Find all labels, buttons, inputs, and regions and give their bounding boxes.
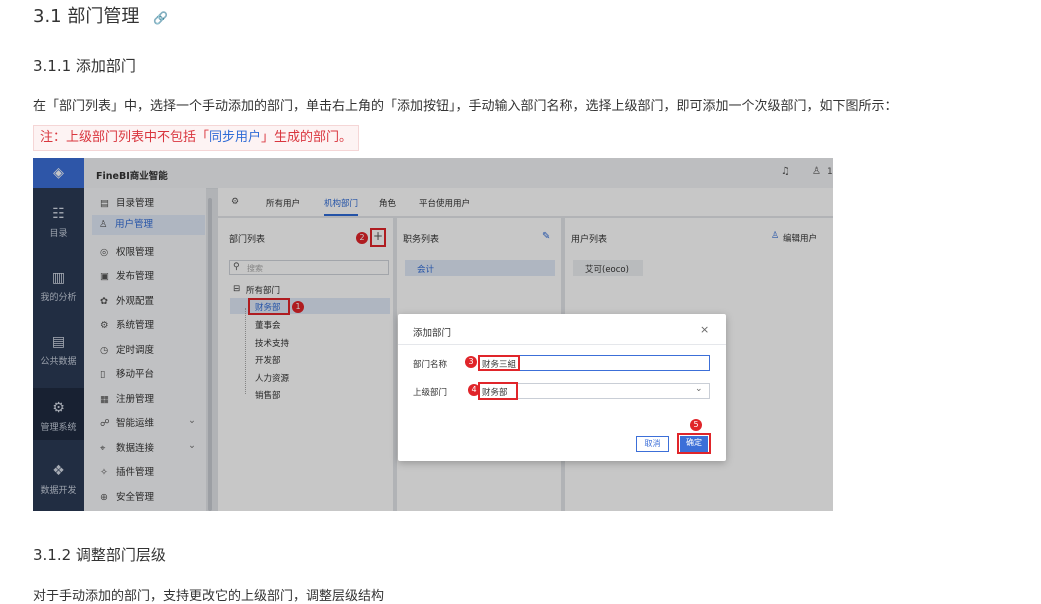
dept-name-value: 财务三組 bbox=[482, 360, 517, 370]
note-link[interactable]: 同步用户 bbox=[209, 130, 261, 145]
section-title-text: 3.1 部门管理 bbox=[33, 6, 140, 27]
add-dept-dialog: 添加部门 × 部门名称 3 财务三組 上级部门 4 财务部 ⌄ 5 取消 确定 bbox=[398, 314, 726, 461]
subsection-title-add: 3.1.1 添加部门 bbox=[33, 57, 136, 75]
chevron-down-icon[interactable]: ⌄ bbox=[695, 384, 703, 394]
subsection-title-adjust: 3.1.2 调整部门层级 bbox=[33, 546, 166, 564]
parent-dept-value: 财务部 bbox=[482, 388, 508, 398]
dialog-title: 添加部门 bbox=[413, 328, 452, 339]
note-box: 注：上级部门列表中不包括「同步用户」生成的部门。 bbox=[33, 125, 360, 151]
close-icon[interactable]: × bbox=[700, 323, 709, 336]
note-prefix: 注：上级部门列表中不包括「 bbox=[40, 130, 210, 145]
note-suffix: 」生成的部门。 bbox=[261, 130, 353, 145]
parent-label: 上级部门 bbox=[413, 388, 448, 398]
link-icon[interactable]: 🔗 bbox=[153, 11, 168, 25]
paragraph-adjust: 对于手动添加的部门，支持更改它的上级部门，调整层级结构 bbox=[33, 589, 385, 604]
paragraph-add: 在「部门列表」中，选择一个手动添加的部门，单击右上角的「添加按钮」，手动输入部门… bbox=[33, 99, 898, 114]
marker-5: 5 bbox=[690, 419, 702, 431]
confirm-button[interactable]: 确定 bbox=[680, 436, 708, 452]
section-title: 3.1 部门管理 🔗 bbox=[33, 2, 168, 28]
embedded-screenshot: ◈ ☷ 目录 ▥ 我的分析 ▤ 公共数据 ⚙ 管理系统 ❖ 数据开发 FineB… bbox=[33, 158, 833, 511]
cancel-button[interactable]: 取消 bbox=[636, 436, 669, 452]
name-label: 部门名称 bbox=[413, 360, 448, 370]
dialog-divider bbox=[398, 344, 726, 345]
marker-3: 3 bbox=[465, 356, 477, 368]
